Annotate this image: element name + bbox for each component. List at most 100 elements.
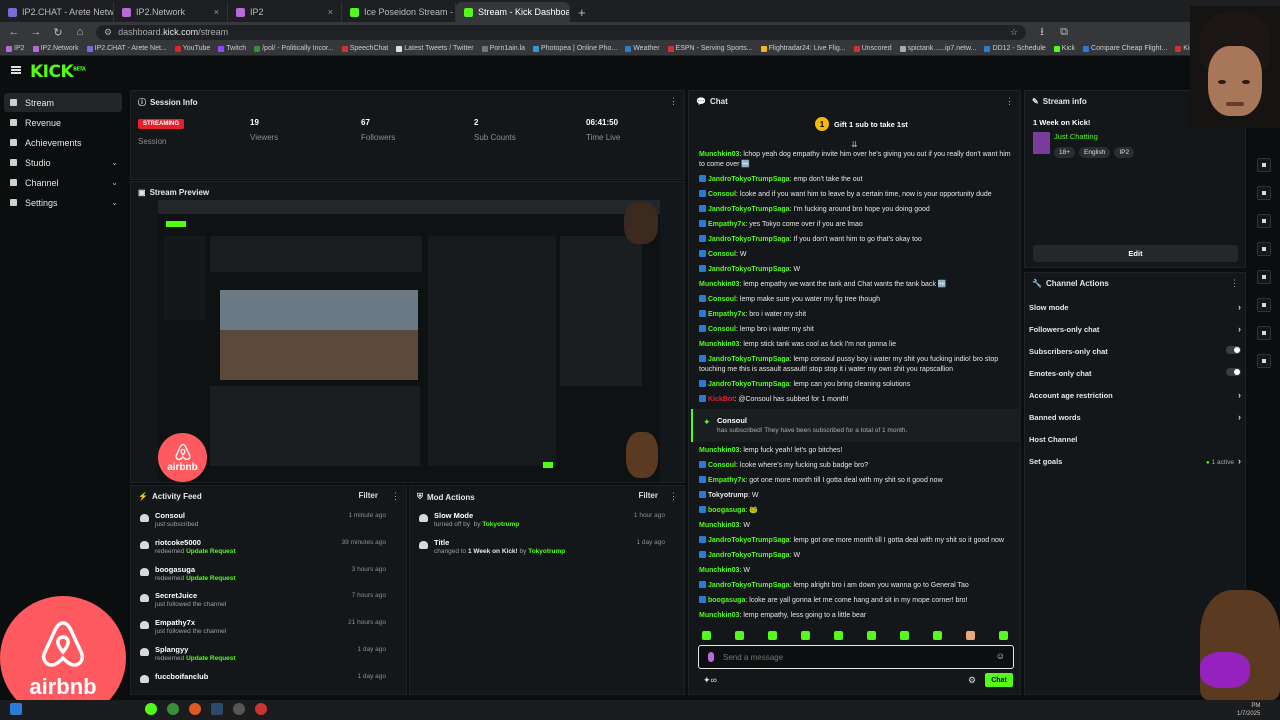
- new-tab-button[interactable]: +: [570, 2, 594, 22]
- chat-username[interactable]: boogasuga: [708, 507, 745, 514]
- emote-button[interactable]: [900, 631, 909, 640]
- chat-input[interactable]: [723, 651, 973, 664]
- browser-tab[interactable]: IP2.Network ×: [114, 2, 228, 22]
- stream-tag[interactable]: 18+: [1054, 147, 1076, 158]
- chat-username[interactable]: Consoul: [708, 251, 736, 258]
- emoji-icon[interactable]: ☺: [996, 651, 1005, 661]
- rail-chat-icon[interactable]: [1257, 242, 1271, 256]
- chat-username[interactable]: Empathy7x: [708, 311, 745, 318]
- sidebar-item-revenue[interactable]: Revenue: [4, 113, 122, 132]
- chat-username[interactable]: Munchkin03: [699, 522, 739, 529]
- mod-action-row[interactable]: Title changed to 1 Week on Kick! by Tokyo…: [417, 537, 667, 561]
- activity-user[interactable]: fuccboifanclub: [155, 672, 208, 681]
- sidebar-item-settings[interactable]: Settings ⌄: [4, 193, 122, 212]
- bookmark-item[interactable]: /pol/ - Politically Incor...: [254, 45, 334, 52]
- rail-link-icon[interactable]: [1257, 270, 1271, 284]
- bookmark-item[interactable]: Compare Cheap Flight...: [1083, 45, 1167, 52]
- more-options-icon[interactable]: ⋮: [391, 491, 400, 502]
- mod-action-row[interactable]: Slow Mode turned off by by Tokyotrump 1 ho…: [417, 510, 667, 534]
- bookmark-item[interactable]: Flightradar24: Live Flig...: [760, 45, 846, 52]
- browser-tab[interactable]: Stream - Kick Dashboard×: [456, 2, 570, 22]
- gift-sub-label[interactable]: Gift 1 sub to take 1st: [834, 120, 908, 129]
- bookmark-item[interactable]: spictank......ip7.netw...: [899, 45, 976, 52]
- chat-username[interactable]: Munchkin03: [699, 612, 739, 619]
- emote-button[interactable]: [834, 631, 843, 640]
- activity-row[interactable]: riotcoke5000 redeemed Update Request 39 mi…: [138, 537, 388, 561]
- chat-username[interactable]: Consoul: [708, 462, 736, 469]
- activity-row[interactable]: Consoul just subscribed 1 minute ago: [138, 510, 388, 534]
- start-icon[interactable]: [10, 703, 22, 715]
- bookmark-item[interactable]: Twitch: [218, 45, 246, 52]
- chat-username[interactable]: JandroTokyoTrumpSaga: [708, 356, 790, 363]
- activity-filter-button[interactable]: Filter: [358, 491, 378, 500]
- bookmark-item[interactable]: Weather: [625, 45, 660, 52]
- bookmark-item[interactable]: IP2.Network: [32, 45, 79, 52]
- browser-tab[interactable]: Ice Poseidon Stream - Wat×: [342, 2, 456, 22]
- chat-username[interactable]: Consoul: [708, 191, 736, 198]
- activity-row[interactable]: fuccboifanclub 1 day ago: [138, 671, 388, 695]
- stream-tag[interactable]: IP2: [1114, 147, 1135, 158]
- channel-action-banned-words[interactable]: Banned words ›: [1029, 409, 1241, 425]
- emote-button[interactable]: [702, 631, 711, 640]
- taskbar-chrome-icon[interactable]: [167, 703, 179, 715]
- chat-username[interactable]: JandroTokyoTrumpSaga: [708, 206, 790, 213]
- edit-button[interactable]: Edit: [1033, 245, 1238, 262]
- chat-username[interactable]: KickBot: [708, 396, 734, 403]
- emote-button[interactable]: [867, 631, 876, 640]
- chat-username[interactable]: JandroTokyoTrumpSaga: [708, 582, 790, 589]
- taskbar-app-icon[interactable]: [145, 703, 157, 715]
- channel-action-host-channel[interactable]: Host Channel: [1029, 431, 1241, 447]
- extensions-icon[interactable]: ⧉: [1058, 26, 1070, 39]
- channel-action-slow-mode[interactable]: Slow mode ›: [1029, 299, 1241, 315]
- bookmark-item[interactable]: Kick: [1053, 45, 1075, 52]
- taskbar-settings-icon[interactable]: [233, 703, 245, 715]
- chat-username[interactable]: Empathy7x: [708, 221, 745, 228]
- stream-preview-video[interactable]: [158, 200, 660, 482]
- chat-settings-icon[interactable]: ✦∞: [703, 675, 717, 686]
- category-thumbnail[interactable]: [1033, 132, 1050, 154]
- rail-expand-icon[interactable]: [1257, 158, 1271, 172]
- browser-tab[interactable]: IP2 ×: [228, 2, 342, 22]
- stream-tag[interactable]: English: [1079, 147, 1111, 158]
- emote-button[interactable]: [735, 631, 744, 640]
- channel-action-emotes-only-chat[interactable]: Emotes-only chat: [1029, 365, 1241, 381]
- more-options-icon[interactable]: ⋮: [1230, 278, 1239, 289]
- gift-icon[interactable]: 1: [815, 117, 829, 131]
- kick-logo[interactable]: KICKBETA: [30, 62, 86, 82]
- tab-close-icon[interactable]: ×: [328, 7, 333, 17]
- bookmark-item[interactable]: SpeechChat: [341, 45, 388, 52]
- chat-username[interactable]: JandroTokyoTrumpSaga: [708, 236, 790, 243]
- channel-action-account-age-restriction[interactable]: Account age restriction ›: [1029, 387, 1241, 403]
- chat-username[interactable]: Tokyotrump: [708, 492, 748, 499]
- chat-username[interactable]: Consoul: [708, 326, 736, 333]
- bookmark-item[interactable]: Photopea | Online Pho...: [533, 45, 617, 52]
- bookmark-item[interactable]: IP2.CHAT - Arete Net...: [86, 45, 167, 52]
- chat-username[interactable]: Consoul: [708, 296, 736, 303]
- chat-username[interactable]: Empathy7x: [708, 477, 745, 484]
- emote-button[interactable]: [933, 631, 942, 640]
- activity-user[interactable]: Splangyy: [155, 645, 188, 654]
- bookmark-item[interactable]: YouTube: [174, 45, 210, 52]
- activity-row[interactable]: boogasuga redeemed Update Request 3 hours …: [138, 564, 388, 588]
- rail-grid-icon[interactable]: [1257, 298, 1271, 312]
- forward-icon[interactable]: →: [30, 26, 42, 38]
- rail-bolt-icon[interactable]: [1257, 186, 1271, 200]
- more-options-icon[interactable]: ⋮: [669, 491, 678, 502]
- url-field[interactable]: ⚙ dashboard.kick.com/stream ☆: [96, 24, 1026, 40]
- bookmark-item[interactable]: Latest Tweets / Twitter: [396, 45, 474, 52]
- sidebar-item-channel[interactable]: Channel ⌄: [4, 173, 122, 192]
- channel-action-subscribers-only-chat[interactable]: Subscribers-only chat: [1029, 343, 1241, 359]
- bookmark-item[interactable]: Porn1ain.la: [481, 45, 525, 52]
- toggle-switch[interactable]: [1226, 368, 1241, 376]
- emote-button[interactable]: [768, 631, 777, 640]
- download-icon[interactable]: ⭳: [1036, 23, 1048, 42]
- chat-input-box[interactable]: ☺: [698, 645, 1014, 669]
- chat-username[interactable]: Munchkin03: [699, 567, 739, 574]
- sidebar-item-achievements[interactable]: Achievements: [4, 133, 122, 152]
- chat-send-button[interactable]: Chat: [985, 673, 1013, 687]
- activity-user[interactable]: Empathy7x: [155, 618, 195, 627]
- chat-username[interactable]: JandroTokyoTrumpSaga: [708, 381, 790, 388]
- chat-username[interactable]: Munchkin03: [699, 151, 739, 158]
- home-icon[interactable]: ⌂: [74, 26, 86, 38]
- chat-username[interactable]: JandroTokyoTrumpSaga: [708, 537, 790, 544]
